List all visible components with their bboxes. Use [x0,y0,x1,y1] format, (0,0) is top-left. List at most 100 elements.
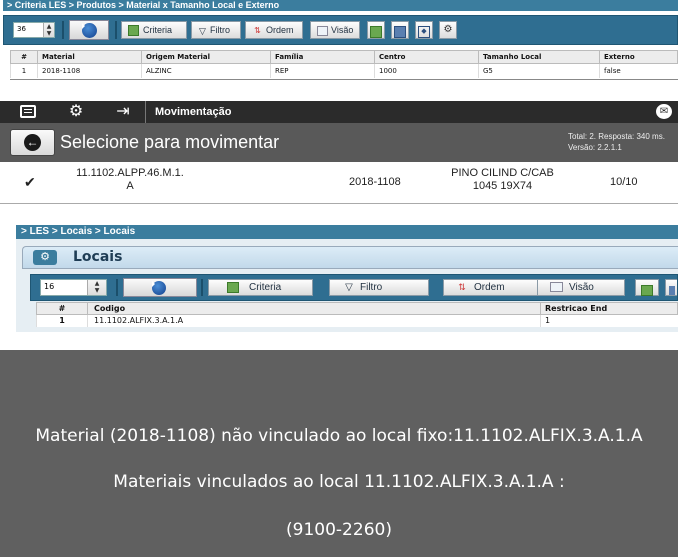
table-cell: ALZINC [141,63,271,78]
save-button[interactable] [665,279,677,296]
list-item[interactable]: ✔ 11.1102.ALPP.46.M.1. A 2018-1108 PINO … [0,162,678,204]
table-cell: 1 [36,314,88,327]
criteria-label: Criteria [249,282,282,293]
sort-button[interactable]: ⇅ Ordem [245,21,303,39]
view-button[interactable]: Visão [537,279,625,296]
back-button[interactable]: ← [10,129,55,156]
page-size-stepper[interactable]: 36 ▲ ▼ [13,22,55,38]
message-panel: Material (2018-1108) não vinculado ao lo… [0,350,678,557]
view-icon [550,282,563,293]
material-code: 2018-1108 [349,176,401,188]
column-header[interactable]: Codigo [87,302,541,315]
toolbar-separator [201,279,203,296]
column-header[interactable]: Material [37,50,142,64]
page-size-value: 36 [17,25,26,33]
menu-icon[interactable] [20,105,36,118]
sort-label: Ordem [474,282,505,294]
table-cell: 11.1102.ALFIX.3.A.1.A [87,314,541,327]
gear-icon: ⚙ [33,250,57,265]
toolbar-separator [62,21,64,39]
page-size-value: 16 [44,282,55,291]
sort-az-icon: ⇅ [254,25,261,35]
divider [10,79,678,80]
column-header[interactable]: Centro [374,50,479,64]
page-size-stepper[interactable]: 16 ▲ ▼ [40,279,107,296]
message-icon[interactable]: ✉ [656,104,672,119]
top-bar: ⚙ ⇥ Movimentação ✉ [0,101,678,123]
window-titlebar: ⚙ Locais [22,246,678,269]
location-line: A [126,180,134,192]
total-label: Total: 2. Resposta: 340 ms. [568,132,665,141]
toolbar: 16 ▲ ▼ Criteria ▽ Filtro ⇅ Ordem Visão [30,274,678,301]
export-button[interactable] [367,21,385,39]
stepper-arrows-icon[interactable]: ▲ ▼ [87,280,106,295]
toolbar: 36 ▲▼ Criteria ▽ Filtro ⇅ Ordem Visão ◆ [3,15,678,45]
filter-button[interactable]: ▽ Filtro [191,21,241,39]
refresh-icon: ◆ [418,26,430,39]
criteria-label: Criteria [143,25,173,35]
version-label: Versão: 2.2.1.1 [568,143,622,152]
stepper-arrows-icon[interactable]: ▲ ▼ [43,23,54,37]
toolbar-separator [116,279,118,296]
play-icon [82,23,97,38]
logout-icon[interactable]: ⇥ [114,101,132,123]
locations-table: # Codigo Restricao End 1 11.1102.ALFIX.3… [36,302,678,327]
sort-az-icon: ⇅ [458,282,466,292]
filter-button[interactable]: ▽ Filtro [329,279,429,296]
run-button[interactable] [69,20,109,40]
table-cell: 1 [10,63,38,78]
app-title: Movimentação [155,106,232,118]
table-row[interactable]: 1 2018-1108 ALZINC REP 1000 G5 false [10,63,678,78]
location-line: 11.1102.ALPP.46.M.1. [76,167,184,179]
table-cell: REP [270,63,375,78]
quantity: 10/10 [610,176,638,188]
criteria-button[interactable]: Criteria [121,21,187,39]
description-line: 1045 19X74 [472,180,533,192]
message-line: Material (2018-1108) não vinculado ao lo… [35,426,643,446]
settings-button[interactable]: ⚙ [439,21,457,39]
run-button[interactable] [123,278,197,297]
material-size-panel: > Criteria LES > Produtos > Material x T… [0,0,678,83]
settings-icon[interactable]: ⚙ [67,101,85,123]
funnel-icon: ▽ [345,282,353,293]
breadcrumb: > Criteria LES > Produtos > Material x T… [3,0,678,11]
criteria-button[interactable]: Criteria [208,279,313,296]
criteria-icon [227,281,239,293]
column-header[interactable]: Origem Material [141,50,271,64]
material-table: # Material Origem Material Família Centr… [10,50,678,78]
header-bar: ← Selecione para movimentar Total: 2. Re… [0,123,678,162]
table-row[interactable]: 1 11.1102.ALFIX.3.A.1.A 1 [36,314,678,327]
column-header[interactable]: Externo [599,50,678,64]
export-button[interactable] [635,279,659,296]
wrench-icon: ⚙ [443,24,453,35]
export-icon [641,284,653,296]
message-line: (9100-2260) [286,520,392,540]
sort-label: Ordem [266,25,294,35]
funnel-icon: ▽ [199,25,206,36]
column-header[interactable]: # [36,302,88,315]
material-description: PINO CILIND C/CAB 1045 19X74 [440,167,565,193]
criteria-icon [128,25,139,37]
view-button[interactable]: Visão [310,21,360,39]
table-cell: 2018-1108 [37,63,142,78]
column-header[interactable]: # [10,50,38,64]
refresh-button[interactable]: ◆ [415,21,433,39]
view-icon [317,25,328,36]
table-cell: false [599,63,678,78]
table-cell: 1000 [374,63,479,78]
column-header[interactable]: Tamanho Local [478,50,600,64]
window-title: Locais [73,249,123,265]
divider [145,101,146,123]
double-check-icon[interactable]: ✔ [24,173,38,191]
save-icon [668,285,675,295]
column-header[interactable]: Restricao End [540,302,678,315]
breadcrumb: > LES > Locais > Locais [16,225,678,239]
locations-panel: > LES > Locais > Locais ⚙ Locais 16 ▲ ▼ C… [0,222,678,332]
save-button[interactable] [391,21,409,39]
sort-button[interactable]: ⇅ Ordem [443,279,543,296]
view-label: Visão [569,282,594,293]
filter-label: Filtro [360,282,383,294]
export-icon [370,26,382,39]
column-header[interactable]: Família [270,50,375,64]
filter-label: Filtro [210,25,230,35]
